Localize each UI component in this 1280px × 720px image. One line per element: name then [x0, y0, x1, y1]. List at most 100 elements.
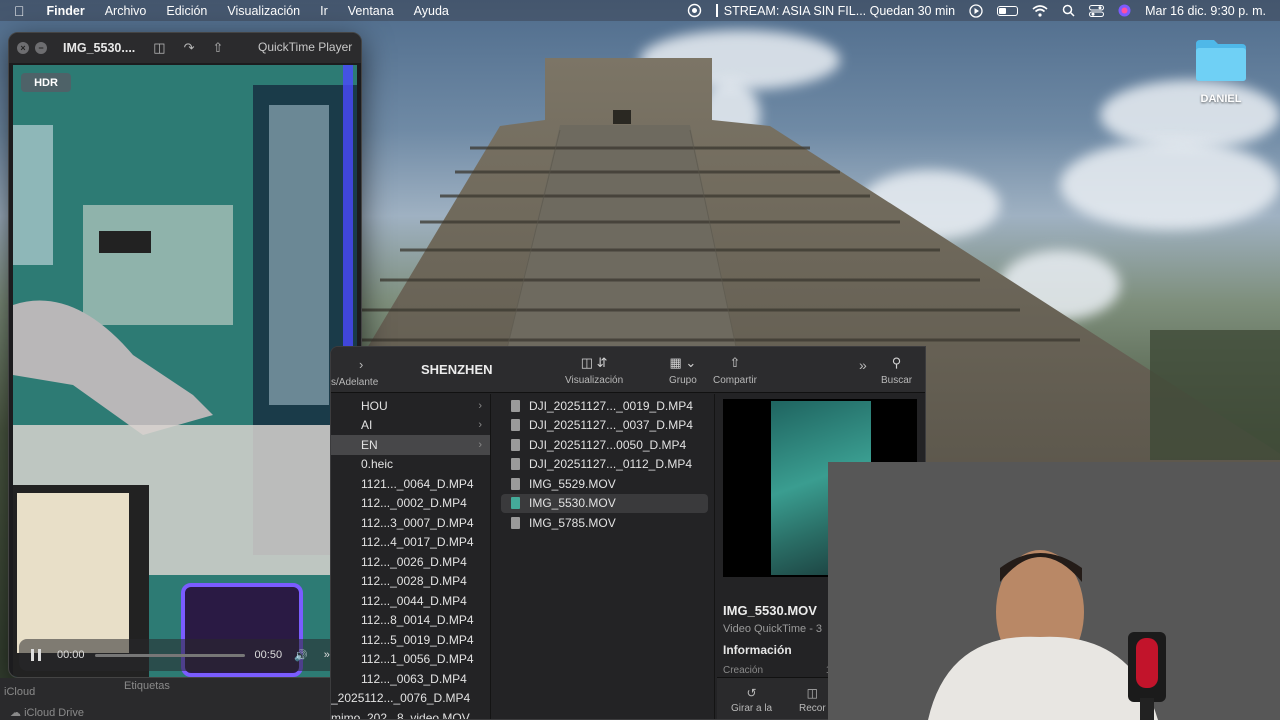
- video-file-icon: [511, 399, 520, 412]
- file-row-label: 112..._0026_D.MP4: [361, 554, 467, 569]
- more-toolbar-icon[interactable]: »: [859, 357, 867, 373]
- presenter-video: [828, 462, 1280, 720]
- volume-icon[interactable]: 🔊: [294, 649, 308, 662]
- file-row[interactable]: IMG_5785.MOV: [495, 513, 714, 533]
- wifi-icon[interactable]: [1032, 4, 1048, 17]
- trim-button[interactable]: ◫ Recor: [799, 686, 826, 714]
- webcam-overlay: [828, 462, 1280, 720]
- play-circle-icon[interactable]: [969, 3, 983, 18]
- menu-ir[interactable]: Ir: [320, 4, 328, 18]
- file-row[interactable]: 112..._0028_D.MP4: [331, 572, 490, 592]
- file-row-label: DJI_20251127..._0037_D.MP4: [529, 418, 693, 433]
- file-row[interactable]: 112...4_0017_D.MP4: [331, 533, 490, 553]
- video-frame[interactable]: HDR 00:00 00:50 🔊 »: [13, 65, 357, 677]
- file-row[interactable]: DJI_20251127..._0112_D.MP4: [495, 455, 714, 475]
- rotate-icon[interactable]: ↷: [184, 40, 195, 56]
- siri-icon[interactable]: [1118, 4, 1131, 17]
- rotate-left-label: Girar a la: [731, 703, 773, 714]
- folder-row[interactable]: HOU ›: [331, 396, 490, 416]
- forward-icon[interactable]: ›: [359, 357, 363, 372]
- columns-view-icon: ◫ ⇵: [580, 355, 608, 370]
- quicktime-window[interactable]: × − IMG_5530.... ◫ ↷ ⇧ QuickTime Player …: [8, 32, 362, 678]
- chevron-right-icon: ›: [478, 399, 482, 412]
- spotlight-search-icon[interactable]: [1062, 4, 1075, 17]
- file-row-label: 112..._0063_D.MP4: [361, 671, 467, 686]
- menu-visualizacion[interactable]: Visualización: [227, 4, 300, 18]
- file-row[interactable]: 112...5_0019_D.MP4: [331, 630, 490, 650]
- share-button[interactable]: ⇧ Compartir: [713, 355, 757, 386]
- file-row-label: DJI_20251127..._0019_D.MP4: [529, 398, 693, 413]
- folder-row-label: AI: [361, 418, 373, 433]
- file-row[interactable]: 0.heic: [331, 455, 490, 475]
- minimize-icon[interactable]: −: [35, 42, 47, 54]
- share-label: Compartir: [713, 375, 757, 386]
- folder-row-selected[interactable]: EN ›: [331, 435, 490, 455]
- creative-cloud-icon[interactable]: [687, 3, 702, 18]
- search-button[interactable]: ⚲ Buscar: [881, 355, 912, 386]
- file-row[interactable]: DJI_20251127...0050_D.MP4: [495, 435, 714, 455]
- scrubber-track[interactable]: [94, 653, 245, 657]
- battery-icon[interactable]: [997, 5, 1019, 16]
- video-file-icon: [511, 497, 520, 510]
- search-label: Buscar: [881, 375, 913, 386]
- file-row-label: IMG_5785.MOV: [529, 515, 616, 530]
- menu-archivo[interactable]: Archivo: [105, 4, 147, 18]
- menu-ventana[interactable]: Ventana: [348, 4, 394, 18]
- file-row[interactable]: IMG_5529.MOV: [495, 474, 714, 494]
- menu-ayuda[interactable]: Ayuda: [414, 4, 449, 18]
- rotate-left-button[interactable]: ↺ Girar a la: [731, 686, 772, 714]
- file-row-label: 112...8_0014_D.MP4: [361, 613, 474, 628]
- trim-icon: ◫: [806, 686, 819, 700]
- file-row[interactable]: 112..._0026_D.MP4: [331, 552, 490, 572]
- file-row[interactable]: 112..._0002_D.MP4: [331, 494, 490, 514]
- folder-row[interactable]: AI ›: [331, 416, 490, 436]
- file-row[interactable]: 112...8_0014_D.MP4: [331, 611, 490, 631]
- file-row[interactable]: DJI_20251127..._0019_D.MP4: [495, 396, 714, 416]
- pause-icon[interactable]: [31, 649, 41, 661]
- view-mode-button[interactable]: ◫ ⇵ Visualización: [565, 355, 623, 386]
- menu-edicion[interactable]: Edición: [166, 4, 207, 18]
- folder-row-label: EN: [361, 437, 378, 452]
- file-row-label: mimo_202...8_video.MOV: [331, 710, 470, 720]
- elapsed-time: 00:00: [57, 649, 85, 661]
- pip-icon[interactable]: ◫: [153, 40, 165, 56]
- group-button[interactable]: ▦ ⌄ Grupo: [669, 355, 697, 386]
- menu-app-finder[interactable]: Finder: [47, 4, 85, 18]
- file-row-selected[interactable]: IMG_5530.MOV: [501, 493, 708, 513]
- finder-toolbar: › s/Adelante SHENZHEN ◫ ⇵ Visualización …: [331, 347, 925, 393]
- robot-kiosk-scene: [13, 65, 357, 677]
- stream-timer-status[interactable]: STREAM: ASIA SIN FIL... Quedan 30 min: [715, 4, 955, 18]
- file-row-label: 112...4_0017_D.MP4: [361, 535, 474, 550]
- file-row-label: DJI_20251127..._0112_D.MP4: [529, 457, 693, 472]
- playback-controls[interactable]: 00:00 00:50 🔊 »: [19, 639, 349, 671]
- close-icon[interactable]: ×: [17, 42, 29, 54]
- sidebar-item-icloud-drive[interactable]: ☁ iCloud Drive: [10, 706, 84, 719]
- fast-forward-icon[interactable]: »: [324, 649, 330, 661]
- file-row-label: 0.heic: [361, 457, 394, 472]
- file-row[interactable]: 112..._0044_D.MP4: [331, 591, 490, 611]
- desktop-folder-daniel[interactable]: DANIEL: [1188, 38, 1254, 105]
- quicktime-titlebar[interactable]: × − IMG_5530.... ◫ ↷ ⇧ QuickTime Player: [9, 33, 361, 63]
- file-row[interactable]: mimo_202...8_video.MOV: [331, 708, 490, 720]
- chevron-right-icon: ›: [478, 419, 482, 432]
- file-row[interactable]: 112...3_0007_D.MP4: [331, 513, 490, 533]
- file-row[interactable]: 1121..._0064_D.MP4: [331, 474, 490, 494]
- file-row-label: _2025112..._0076_D.MP4: [331, 691, 471, 706]
- share-icon[interactable]: ⇧: [212, 40, 223, 56]
- apple-icon[interactable]: : [14, 3, 25, 19]
- share-icon: ⇧: [729, 355, 741, 370]
- folder-row-label: HOU: [361, 398, 388, 413]
- file-row[interactable]: DJI_20251127..._0037_D.MP4: [495, 416, 714, 436]
- view-label: Visualización: [565, 375, 624, 386]
- file-row-label: 1121..._0064_D.MP4: [361, 476, 474, 491]
- group-label: Grupo: [669, 375, 697, 386]
- trim-label: Recor: [799, 703, 826, 714]
- file-row[interactable]: 112..._0063_D.MP4: [331, 669, 490, 689]
- file-row[interactable]: _2025112..._0076_D.MP4: [331, 689, 490, 709]
- file-row[interactable]: 112...1_0056_D.MP4: [331, 650, 490, 670]
- menu-bar:  Finder Archivo Edición Visualización I…: [0, 0, 1280, 21]
- menubar-clock[interactable]: Mar 16 dic. 9:30 p. m.: [1145, 4, 1266, 18]
- folder-icon: [1194, 38, 1248, 82]
- control-center-icon[interactable]: [1089, 4, 1105, 17]
- desktop-folder-label: DANIEL: [1200, 93, 1242, 105]
